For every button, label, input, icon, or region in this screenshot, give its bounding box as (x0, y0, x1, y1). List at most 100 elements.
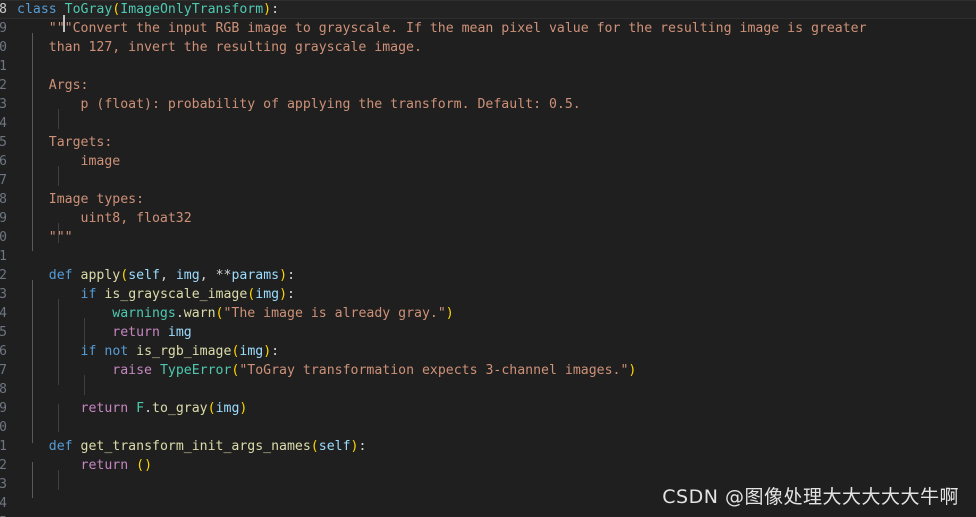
code-line[interactable]: return () (0, 456, 976, 475)
code-content[interactable]: class ToGray(ImageOnlyTransform): """Con… (0, 0, 976, 517)
code-line[interactable] (0, 247, 976, 266)
code-line[interactable]: def get_transform_init_args_names(self): (0, 437, 976, 456)
code-line[interactable]: than 127, invert the resulting grayscale… (0, 38, 976, 57)
code-token: def (48, 439, 73, 454)
code-token: ) (628, 363, 637, 378)
code-token: Targets: (17, 135, 113, 150)
code-token: : (271, 2, 280, 17)
code-line[interactable] (0, 171, 976, 190)
code-token: F (136, 401, 145, 416)
code-token: ( (136, 458, 145, 473)
code-line[interactable]: uint8, float32 (0, 209, 976, 228)
line-number: 17 (0, 173, 7, 188)
code-token: if (80, 344, 97, 359)
code-line[interactable] (0, 418, 976, 437)
line-number: 23 (0, 287, 7, 302)
code-token: : (271, 344, 280, 359)
code-token: warn (183, 306, 216, 321)
code-line[interactable]: """Convert the input RGB image to graysc… (0, 19, 976, 38)
code-token: ( (310, 439, 319, 454)
code-line[interactable]: Image types: (0, 190, 976, 209)
code-line[interactable]: Args: (0, 76, 976, 95)
code-line[interactable]: warnings.warn("The image is already gray… (0, 304, 976, 323)
code-token: not (104, 344, 129, 359)
code-token: ) (279, 287, 288, 302)
line-number: 8 (0, 2, 7, 17)
code-token: Image types: (17, 192, 145, 207)
code-token: : (287, 287, 295, 302)
line-number: 27 (0, 363, 7, 378)
code-line[interactable] (0, 57, 976, 76)
code-token: ImageOnlyTransform (120, 2, 264, 17)
code-token: ) (445, 306, 454, 321)
code-line[interactable]: if is_grayscale_image(img): (0, 285, 976, 304)
line-number: 18 (0, 192, 7, 207)
code-line[interactable]: return F.to_gray(img) (0, 399, 976, 418)
code-token: ) (239, 401, 248, 416)
line-number: 20 (0, 230, 7, 245)
line-number: 22 (0, 268, 7, 283)
code-line[interactable]: """ (0, 228, 976, 247)
code-token: "ToGray transformation expects 3-channel… (239, 363, 629, 378)
code-editor[interactable]: class ToGray(ImageOnlyTransform): """Con… (0, 0, 976, 517)
line-number: 24 (0, 306, 7, 321)
line-number: 32 (0, 458, 7, 473)
code-line[interactable]: if not is_rgb_image(img): (0, 342, 976, 361)
code-token: ) (263, 2, 272, 17)
code-token: def (48, 268, 73, 283)
code-token: to_gray (152, 401, 208, 416)
line-number: 14 (0, 116, 7, 131)
code-token: ) (263, 344, 272, 359)
code-token: img (167, 325, 192, 340)
code-line[interactable]: class ToGray(ImageOnlyTransform): (0, 0, 976, 19)
line-number: 9 (0, 21, 7, 36)
line-number: 19 (0, 211, 7, 226)
code-token: ( (120, 268, 129, 283)
line-number: 16 (0, 154, 7, 169)
code-token: get_transform_init_args_names (80, 439, 311, 454)
code-token: if (80, 287, 97, 302)
code-token: . (144, 401, 153, 416)
line-number: 31 (0, 439, 7, 454)
code-line[interactable]: raise TypeError("ToGray transformation e… (0, 361, 976, 380)
code-token: Args: (17, 78, 89, 93)
line-number: 26 (0, 344, 7, 359)
code-token: params (231, 268, 280, 283)
code-line[interactable]: def apply(self, img, **params): (0, 266, 976, 285)
code-line[interactable]: image (0, 152, 976, 171)
code-token: class (17, 2, 57, 17)
code-token: . (175, 306, 184, 321)
code-token: p (float): probability of applying the t… (17, 97, 581, 112)
code-token: ) (144, 458, 153, 473)
text-cursor (63, 15, 65, 32)
code-line[interactable]: Targets: (0, 133, 976, 152)
code-token: self (318, 439, 351, 454)
line-number: 11 (0, 59, 7, 74)
code-token: TypeError (159, 363, 232, 378)
code-line[interactable]: p (float): probability of applying the t… (0, 95, 976, 114)
code-token: """Convert the input RGB image to graysc… (17, 21, 867, 36)
line-number: 15 (0, 135, 7, 150)
line-number: 25 (0, 325, 7, 340)
line-number: 35 (0, 513, 7, 517)
code-token: ( (207, 401, 216, 416)
code-line[interactable] (0, 114, 976, 133)
code-line[interactable] (0, 380, 976, 399)
code-token: : (358, 439, 367, 454)
code-token: "The image is already gray." (223, 306, 446, 321)
code-line[interactable]: return img (0, 323, 976, 342)
code-token: than 127, invert the resulting grayscale… (17, 40, 422, 55)
code-token: return (80, 458, 129, 473)
code-token: return (112, 325, 160, 340)
